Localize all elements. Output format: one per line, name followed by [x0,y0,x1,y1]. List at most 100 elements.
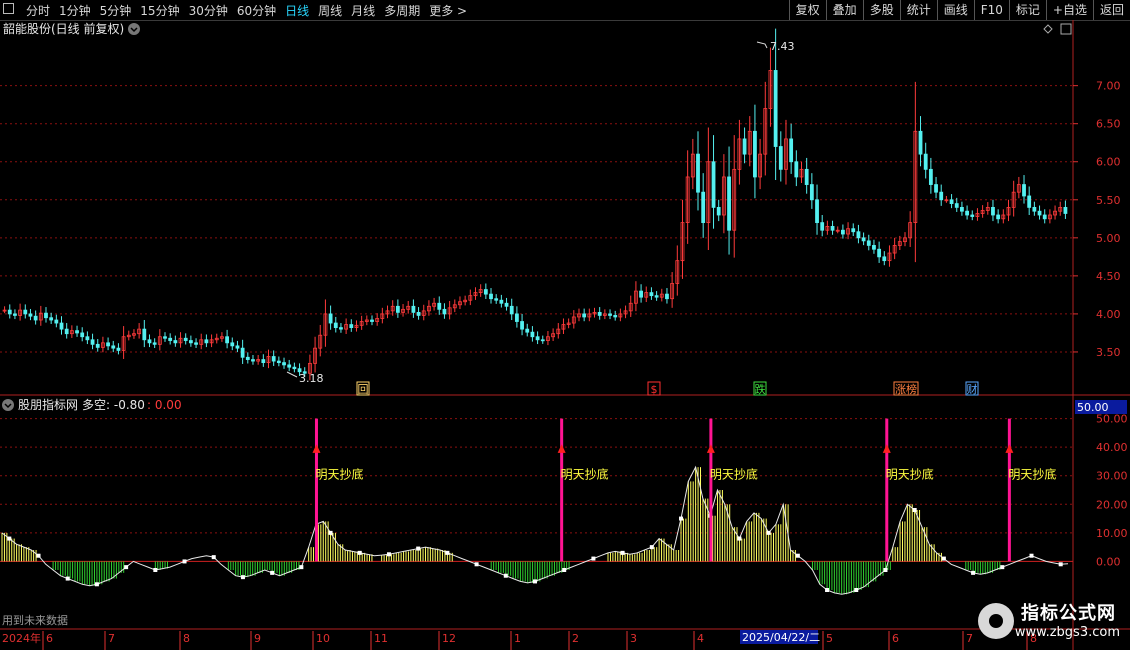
indicator-axis-label: 30.00 [1096,470,1128,483]
candle-body [597,311,602,316]
candle-body [370,319,374,322]
indicator-dropdown-icon[interactable] [2,399,14,411]
diamond-icon[interactable] [1043,24,1053,34]
candle-body [639,290,643,298]
period-tab-3[interactable]: 15分钟 [140,2,179,19]
candle-body [33,315,38,321]
period-tab-2[interactable]: 5分钟 [100,2,132,19]
candle-body [489,293,493,300]
price-axis-label: 6.00 [1096,156,1121,169]
candle-body [960,206,964,212]
toolbar-button-7[interactable]: +自选 [1045,0,1093,20]
candle-body [939,191,944,201]
period-tab-7[interactable]: 周线 [318,2,342,19]
month-label: 1 [514,632,521,645]
indicator-dot [941,556,946,561]
toolbar-button-4[interactable]: 画线 [936,0,974,20]
candle-body [251,359,255,362]
toolbar-button-0[interactable]: 复权 [788,0,826,20]
candle-body [80,332,85,338]
candle-body [1027,195,1032,208]
up-arrow-icon [882,444,891,453]
bottom-signal-label: 明天抄底 [710,467,758,482]
period-tab-8[interactable]: 月线 [351,2,375,19]
candle-body [116,347,121,351]
candle-body [753,130,757,178]
candle-body [333,322,338,329]
candle-body [240,347,245,358]
month-label: 2 [572,632,579,645]
footer-note: 用到未来数据 [2,613,68,627]
period-tab-5[interactable]: 60分钟 [237,2,276,19]
candle-body [111,345,116,349]
month-label: 8 [183,632,190,645]
candle-body [773,70,778,147]
indicator-dot [386,552,391,557]
indicator-value2: : 0.00 [147,398,182,412]
candle-body [727,176,731,231]
indicator-axis-label: 10.00 [1096,527,1128,540]
indicator-dot [270,570,275,575]
candle-body [437,302,442,310]
toolbar-button-5[interactable]: F10 [973,0,1009,20]
candle-body [339,327,343,330]
panel-toggle-icon[interactable] [1060,23,1072,35]
period-toolbar: 分时 1分钟 5分钟 15分钟 30分钟 60分钟 日线 周线 月线 多周期 更多 > 复权 叠加 多股… [0,0,1130,21]
candle-body [866,240,871,246]
up-arrow-icon [312,444,321,453]
candle-body [23,309,28,315]
indicator-badge-text: 50.00 [1077,401,1109,414]
candle-body [411,305,416,313]
period-tab-9[interactable]: 多周期 [384,2,420,19]
indicator-dot [1029,553,1034,558]
kline-chart[interactable]: 7.006.506.005.505.004.504.003.50 50.0040… [0,20,1130,650]
indicator-title: 股朋指标网 [18,397,78,412]
candle-body [494,298,499,301]
candle-body [59,322,64,330]
candle-body [230,342,235,347]
candle-body [649,292,654,297]
candle-body [530,331,535,338]
toolbar-button-3[interactable]: 统计 [899,0,937,20]
candle-body [188,340,193,344]
bottom-signal-label: 明天抄底 [561,467,609,482]
candle-body [856,231,861,239]
candle-body [716,206,721,216]
candle-body [1022,184,1026,197]
toolbar-button-6[interactable]: 标记 [1008,0,1046,20]
month-label: 4 [697,632,704,645]
price-axis-label: 5.00 [1096,232,1121,245]
up-arrow-icon [557,444,566,453]
candle-body [582,313,587,318]
period-tab-6[interactable]: 日线 [285,2,309,19]
period-tab-0[interactable]: 分时 [26,2,50,19]
title-dropdown-icon[interactable] [128,23,140,35]
candle-body [225,336,230,344]
candle-body [64,328,69,335]
indicator-dot [65,576,70,581]
month-label: 3 [630,632,637,645]
high-marker [756,41,768,49]
toolbar-button-1[interactable]: 叠加 [825,0,863,20]
window-menu-icon[interactable] [3,3,14,14]
indicator-dot [679,516,684,521]
toolbar-button-8[interactable]: 返回 [1092,0,1130,20]
event-marker-text: 跌 [755,382,766,396]
candle-body [235,345,240,349]
period-tab-1[interactable]: 1分钟 [59,2,91,19]
high-price-label: 7.43 [770,40,795,53]
period-tab-4[interactable]: 30分钟 [189,2,228,19]
candle-body [152,342,157,345]
candle-body [804,168,809,185]
cursor-date-text: 2025/04/22/二 [742,631,820,644]
candle-body [840,229,845,235]
candle-body [54,319,59,324]
period-tab-10[interactable]: 更多 > [429,2,467,19]
candle-body [701,191,706,224]
toolbar-button-2[interactable]: 多股 [862,0,900,20]
indicator-dot [620,550,625,555]
watermark-line1: 指标公式网 [1021,603,1116,624]
candle-body [173,340,178,344]
price-axis-label: 5.50 [1096,194,1121,207]
candle-body [142,328,147,341]
